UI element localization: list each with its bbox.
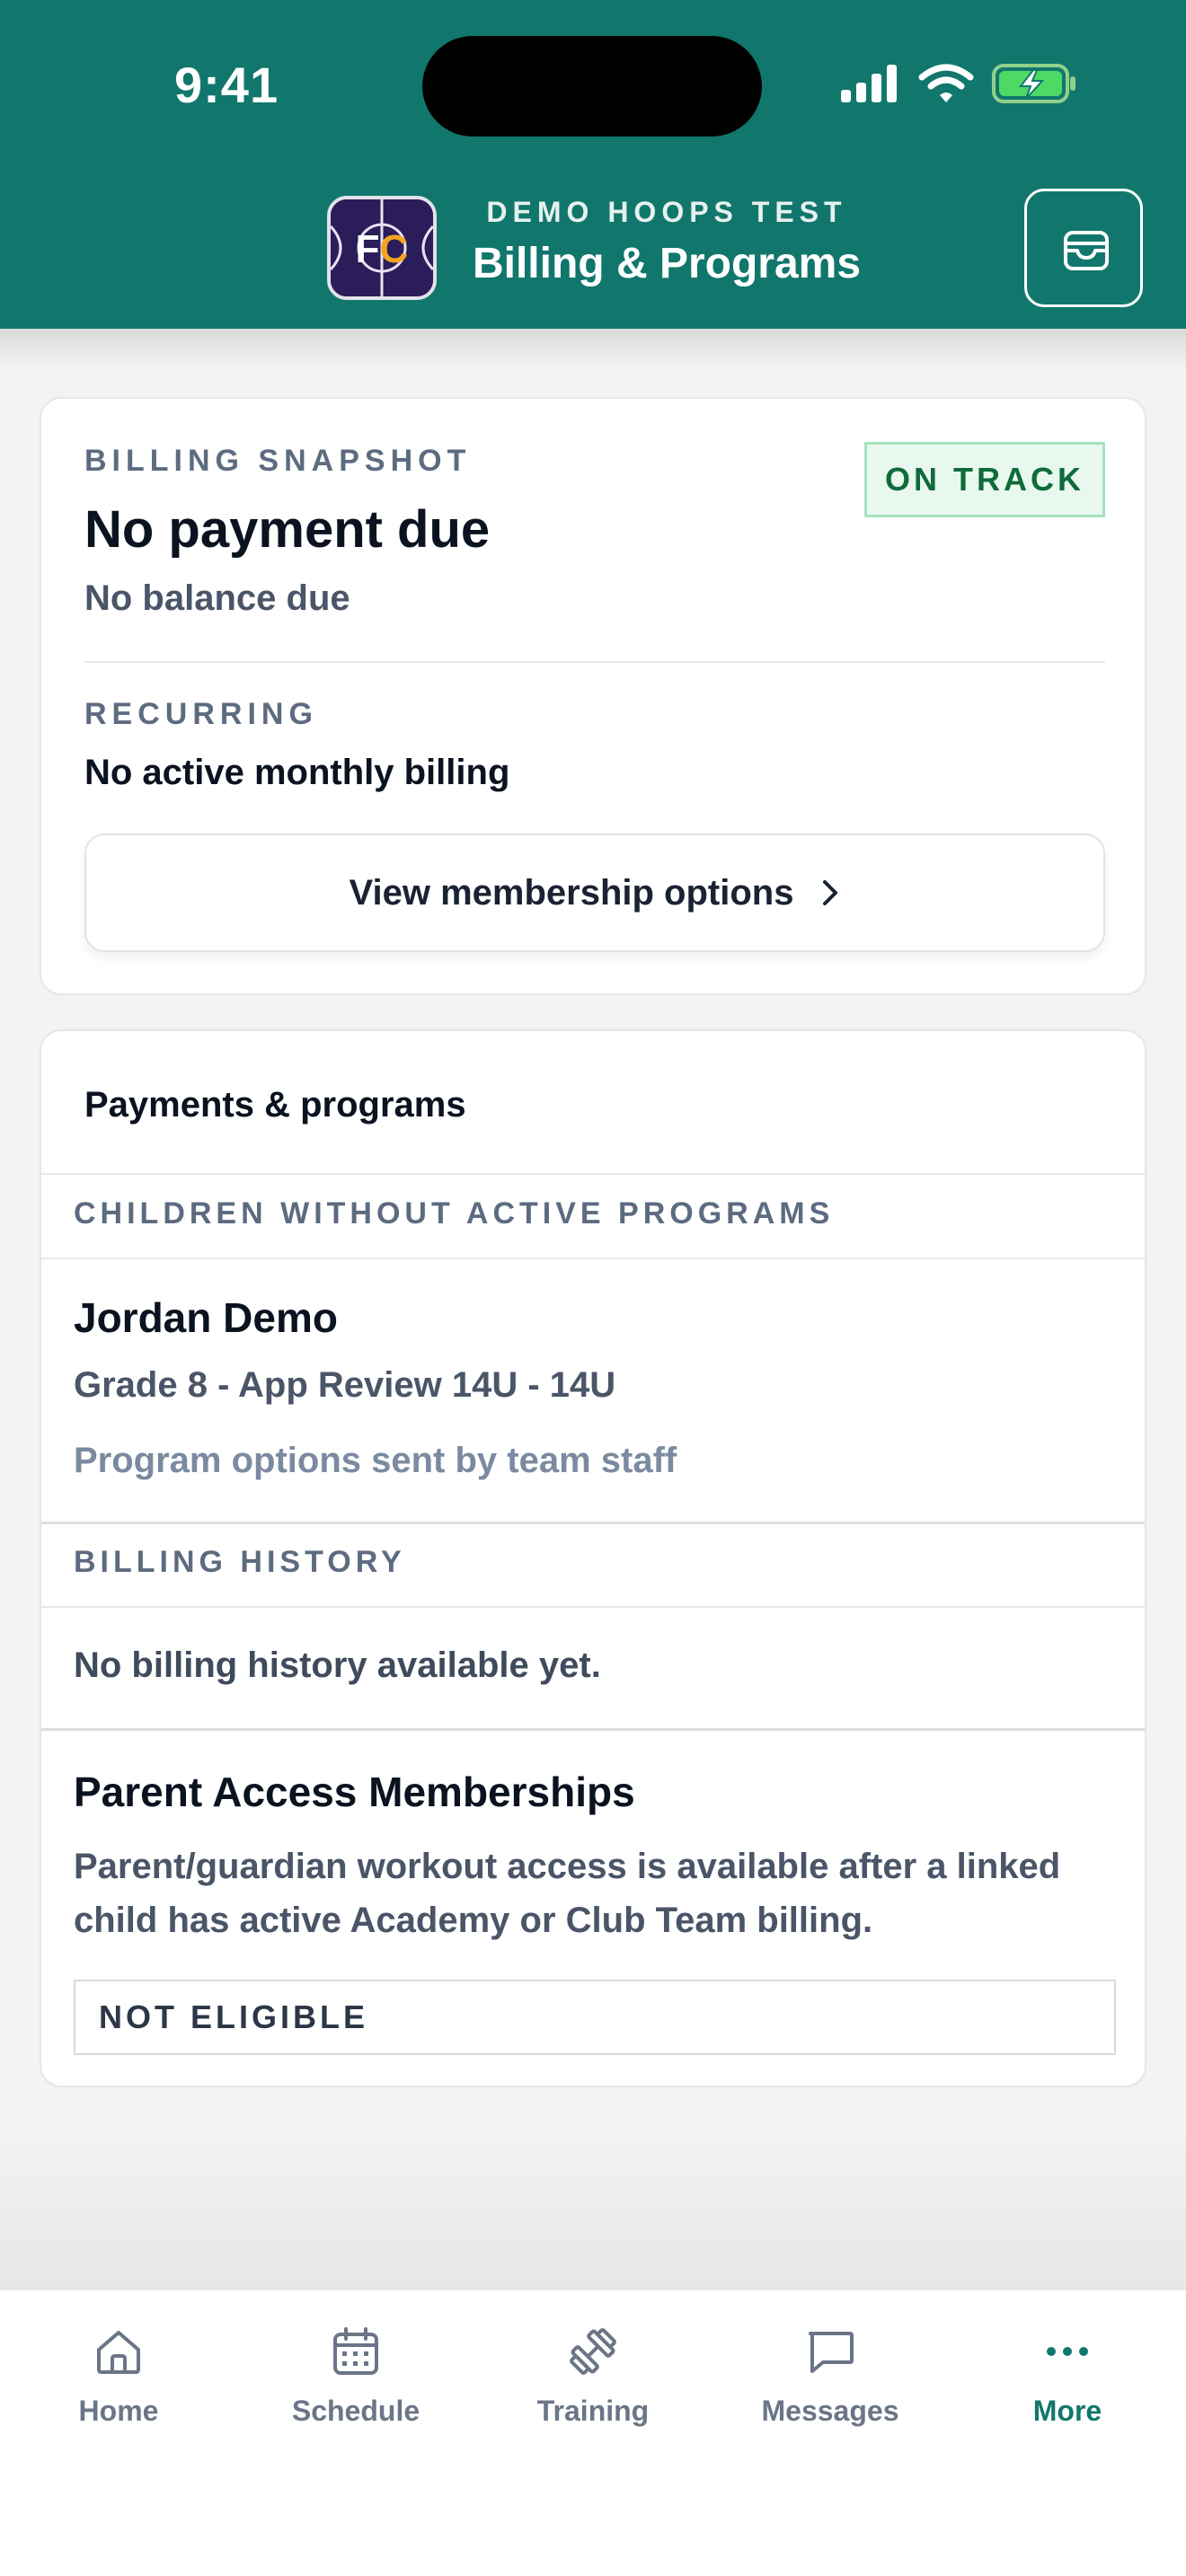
balance-status: No balance due (84, 578, 350, 618)
billing-snapshot-label: BILLING SNAPSHOT (84, 444, 472, 478)
calendar-icon (333, 2327, 378, 2375)
wallet-button[interactable] (1024, 189, 1143, 307)
app-header: 9:41 FC DEMO HOOPS TEST Billing & Progra… (0, 0, 1186, 368)
tab-bar: Home Schedule Training Messages More (0, 2289, 1186, 2576)
signal-icon (841, 65, 897, 102)
billing-snapshot-card: BILLING SNAPSHOT ON TRACK No payment due… (40, 397, 1146, 995)
membership-button-label: View membership options (349, 872, 794, 913)
tab-label: Home (78, 2395, 159, 2427)
payments-programs-card: Payments & programs CHILDREN WITHOUT ACT… (40, 1029, 1146, 2087)
tab-label: More (1032, 2395, 1102, 2427)
payment-status-heading: No payment due (84, 500, 491, 559)
child-name: Jordan Demo (74, 1294, 338, 1341)
divider (41, 1173, 1145, 1175)
org-name: DEMO HOOPS TEST (486, 196, 847, 228)
wallet-icon (1064, 231, 1109, 270)
team-logo: FC (327, 196, 437, 300)
bottom-fade (0, 2120, 1186, 2289)
eligibility-status: NOT ELIGIBLE (74, 1980, 1116, 2055)
divider (41, 1728, 1145, 1731)
tab-label: Messages (761, 2395, 899, 2427)
home-icon (97, 2331, 140, 2374)
divider (41, 1257, 1145, 1259)
tab-more[interactable]: More (969, 2326, 1166, 2452)
view-membership-options-button[interactable]: View membership options (84, 834, 1105, 952)
billing-history-empty: No billing history available yet. (74, 1645, 601, 1685)
payments-programs-title: Payments & programs (84, 1085, 466, 1125)
tab-training[interactable]: Training (494, 2326, 692, 2452)
divider (84, 661, 1105, 663)
wifi-icon (918, 64, 974, 102)
tab-label: Schedule (291, 2395, 420, 2427)
more-dots-icon (1047, 2347, 1088, 2356)
tab-home[interactable]: Home (20, 2326, 217, 2452)
dumbbell-icon (570, 2328, 616, 2375)
child-program-note: Program options sent by team staff (74, 1441, 677, 1480)
tab-schedule[interactable]: Schedule (257, 2326, 455, 2452)
battery-charging-icon (992, 64, 1075, 103)
chevron-right-icon (823, 880, 838, 905)
page-title: Billing & Programs (472, 240, 862, 287)
parent-access-title: Parent Access Memberships (74, 1769, 635, 1815)
divider (41, 1522, 1145, 1524)
tab-label: Training (536, 2395, 650, 2427)
billing-history-label: BILLING HISTORY (74, 1545, 406, 1579)
status-time: 9:41 (174, 57, 279, 113)
status-badge: ON TRACK (864, 442, 1105, 517)
recurring-label: RECURRING (84, 697, 318, 731)
divider (41, 1606, 1145, 1608)
child-detail: Grade 8 - App Review 14U - 14U (74, 1365, 616, 1405)
svg-text:FC: FC (356, 227, 409, 271)
children-section-label: CHILDREN WITHOUT ACTIVE PROGRAMS (74, 1196, 835, 1231)
recurring-value: No active monthly billing (84, 753, 510, 792)
message-icon (809, 2332, 854, 2373)
dynamic-island (422, 36, 762, 137)
tab-messages[interactable]: Messages (731, 2326, 929, 2452)
parent-access-description: Parent/guardian workout access is availa… (74, 1847, 1061, 1940)
